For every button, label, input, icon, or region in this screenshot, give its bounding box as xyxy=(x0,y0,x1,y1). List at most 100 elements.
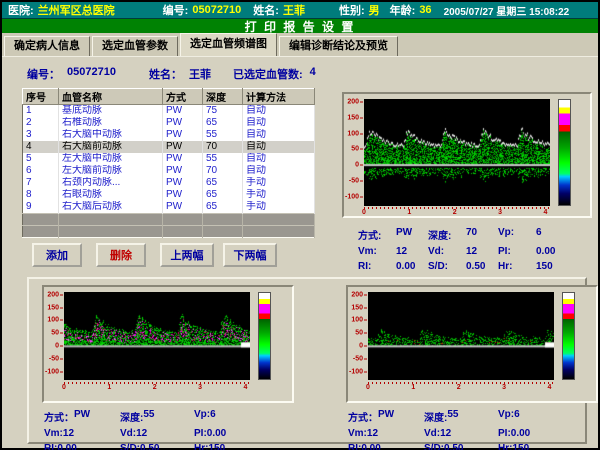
x-tick-label: 3 xyxy=(498,209,502,216)
vessel-row[interactable]: 1基底动脉PW75自动 xyxy=(23,105,315,118)
param: RI:0.00 xyxy=(358,261,428,272)
spectrum-params-bottom-right: 方式：PW深度:55Vp:6Vm:12Vd:12PI:0.00RI:0.00S/… xyxy=(348,409,578,450)
cell: 2 xyxy=(23,117,59,129)
cell: 右眼动脉 xyxy=(59,189,163,201)
cell: PW xyxy=(163,153,203,165)
vessel-count-value: 4 xyxy=(310,66,316,82)
cell: 自动 xyxy=(243,129,315,141)
x-tick-label: 0 xyxy=(62,384,66,391)
y-tick-label: 0 xyxy=(55,343,63,350)
x-tick-label: 4 xyxy=(544,209,548,216)
vessel-row[interactable]: 8右眼动脉PW65手动 xyxy=(23,189,315,201)
cell: 6 xyxy=(23,165,59,177)
param: Vm:12 xyxy=(348,428,424,439)
hospital-name: 兰州军区总医院 xyxy=(38,2,115,18)
cell: 手动 xyxy=(243,201,315,214)
cell: 70 xyxy=(203,165,243,177)
column-header: 方式 xyxy=(163,89,203,105)
param: S/D:0.50 xyxy=(424,443,498,450)
y-axis: 200150100500-50-100 xyxy=(44,292,63,380)
param-label: Vp: xyxy=(498,227,528,242)
y-tick-label: -50 xyxy=(49,356,63,363)
vessel-count-label: 已选定血管数: xyxy=(233,66,303,82)
param-label: Vd: xyxy=(424,428,440,439)
menu-banner: 打 印 报 告 设 置 xyxy=(2,19,598,33)
param-value: 6 xyxy=(514,409,520,424)
column-header: 血管名称 xyxy=(59,89,163,105)
param: 方式：PW xyxy=(44,409,120,424)
y-tick-label: 200 xyxy=(351,291,367,298)
param: 方式：PW xyxy=(348,409,424,424)
cell: 4 xyxy=(23,141,59,153)
param-value: 150 xyxy=(536,261,553,272)
cell: 自动 xyxy=(243,117,315,129)
velocity-colorbar xyxy=(258,292,271,380)
cell: 55 xyxy=(203,153,243,165)
tab-3[interactable]: 选定血管频谱图 xyxy=(180,33,277,56)
vessel-row[interactable]: 9右大脑后动脉PW65手动 xyxy=(23,201,315,214)
x-tick-label: 4 xyxy=(548,384,552,391)
tab-bar: 确定病人信息选定血管参数选定血管频谱图编辑诊断结论及预览 xyxy=(2,33,598,57)
cell: PW xyxy=(163,165,203,177)
cell: 75 xyxy=(203,105,243,118)
param-value: PW xyxy=(396,227,412,242)
cell: 自动 xyxy=(243,165,315,177)
vessel-row[interactable]: 4右大脑前动脉PW70自动 xyxy=(23,141,315,153)
y-tick-label: 0 xyxy=(355,162,363,169)
param-label: PI: xyxy=(498,246,528,257)
param: Vp:6 xyxy=(498,227,570,242)
doppler-spectrum-panel-top: 200150100500-50-100 01234 xyxy=(342,92,592,218)
vessel-row[interactable]: 3右大脑中动脉PW55自动 xyxy=(23,129,315,141)
param-label: PI: xyxy=(498,428,511,439)
y-tick-label: 150 xyxy=(347,114,363,121)
delete-button[interactable]: 删除 xyxy=(96,243,146,267)
app-window: { "title_bar": { "hospital_label": "医院:"… xyxy=(0,0,600,450)
y-tick-label: 150 xyxy=(47,304,63,311)
param-value: 55 xyxy=(447,409,458,424)
param-value: 0.00 xyxy=(536,246,555,257)
param: 深度:55 xyxy=(424,409,498,424)
cell: 65 xyxy=(203,177,243,189)
param-value: 0.50 xyxy=(466,261,485,272)
y-tick-label: -100 xyxy=(45,369,63,376)
cell: 65 xyxy=(203,201,243,214)
param-label: S/D: xyxy=(424,443,444,450)
info-id-label: 编号： xyxy=(27,66,60,82)
spectrum-canvas xyxy=(364,99,550,206)
vessel-row[interactable]: 2右椎动脉PW65自动 xyxy=(23,117,315,129)
cell: PW xyxy=(163,201,203,214)
param: 深度:70 xyxy=(428,227,498,242)
vessel-table: 序号血管名称方式深度计算方法 1基底动脉PW75自动2右椎动脉PW65自动3右大… xyxy=(22,88,315,238)
param-value: 12 xyxy=(136,428,147,439)
vessel-row[interactable]: 7右颈内动脉...PW65手动 xyxy=(23,177,315,189)
param-label: Hr: xyxy=(194,443,208,450)
cell: 3 xyxy=(23,129,59,141)
vessel-row[interactable]: 6左大脑前动脉PW70自动 xyxy=(23,165,315,177)
cell: PW xyxy=(163,129,203,141)
cell: PW xyxy=(163,117,203,129)
cell: 自动 xyxy=(243,153,315,165)
cell: 自动 xyxy=(243,141,315,153)
next-two-button[interactable]: 下两幅 xyxy=(223,243,277,267)
param-value: 12 xyxy=(63,428,74,439)
prev-two-button[interactable]: 上两幅 xyxy=(160,243,214,267)
tab-1[interactable]: 确定病人信息 xyxy=(4,36,90,56)
cell: 8 xyxy=(23,189,59,201)
spectrum-params-bottom-left: 方式：PW深度:55Vp:6Vm:12Vd:12PI:0.00RI:0.00S/… xyxy=(44,409,274,450)
y-tick-label: 100 xyxy=(347,130,363,137)
add-button[interactable]: 添加 xyxy=(32,243,82,267)
vessel-row[interactable]: 5左大脑中动脉PW55自动 xyxy=(23,153,315,165)
param: Vd:12 xyxy=(120,428,194,439)
x-tick-label: 1 xyxy=(107,384,111,391)
tab-2[interactable]: 选定血管参数 xyxy=(92,36,178,56)
tab-4[interactable]: 编辑诊断结论及预览 xyxy=(279,36,398,56)
cell: 左大脑前动脉 xyxy=(59,165,163,177)
gender-value: 男 xyxy=(369,2,380,18)
y-tick-label: 0 xyxy=(359,343,367,350)
doppler-spectrum-panel-bottom-right: 200150100500-50-100 01234 xyxy=(346,285,598,403)
cell: 手动 xyxy=(243,189,315,201)
cell: 55 xyxy=(203,129,243,141)
param-value: 0.00 xyxy=(511,428,530,439)
spectrum-params-top: 方式:PW深度:70Vp:6Vm:12Vd:12PI:0.00RI:0.00S/… xyxy=(358,227,570,272)
param: Vm:12 xyxy=(44,428,120,439)
